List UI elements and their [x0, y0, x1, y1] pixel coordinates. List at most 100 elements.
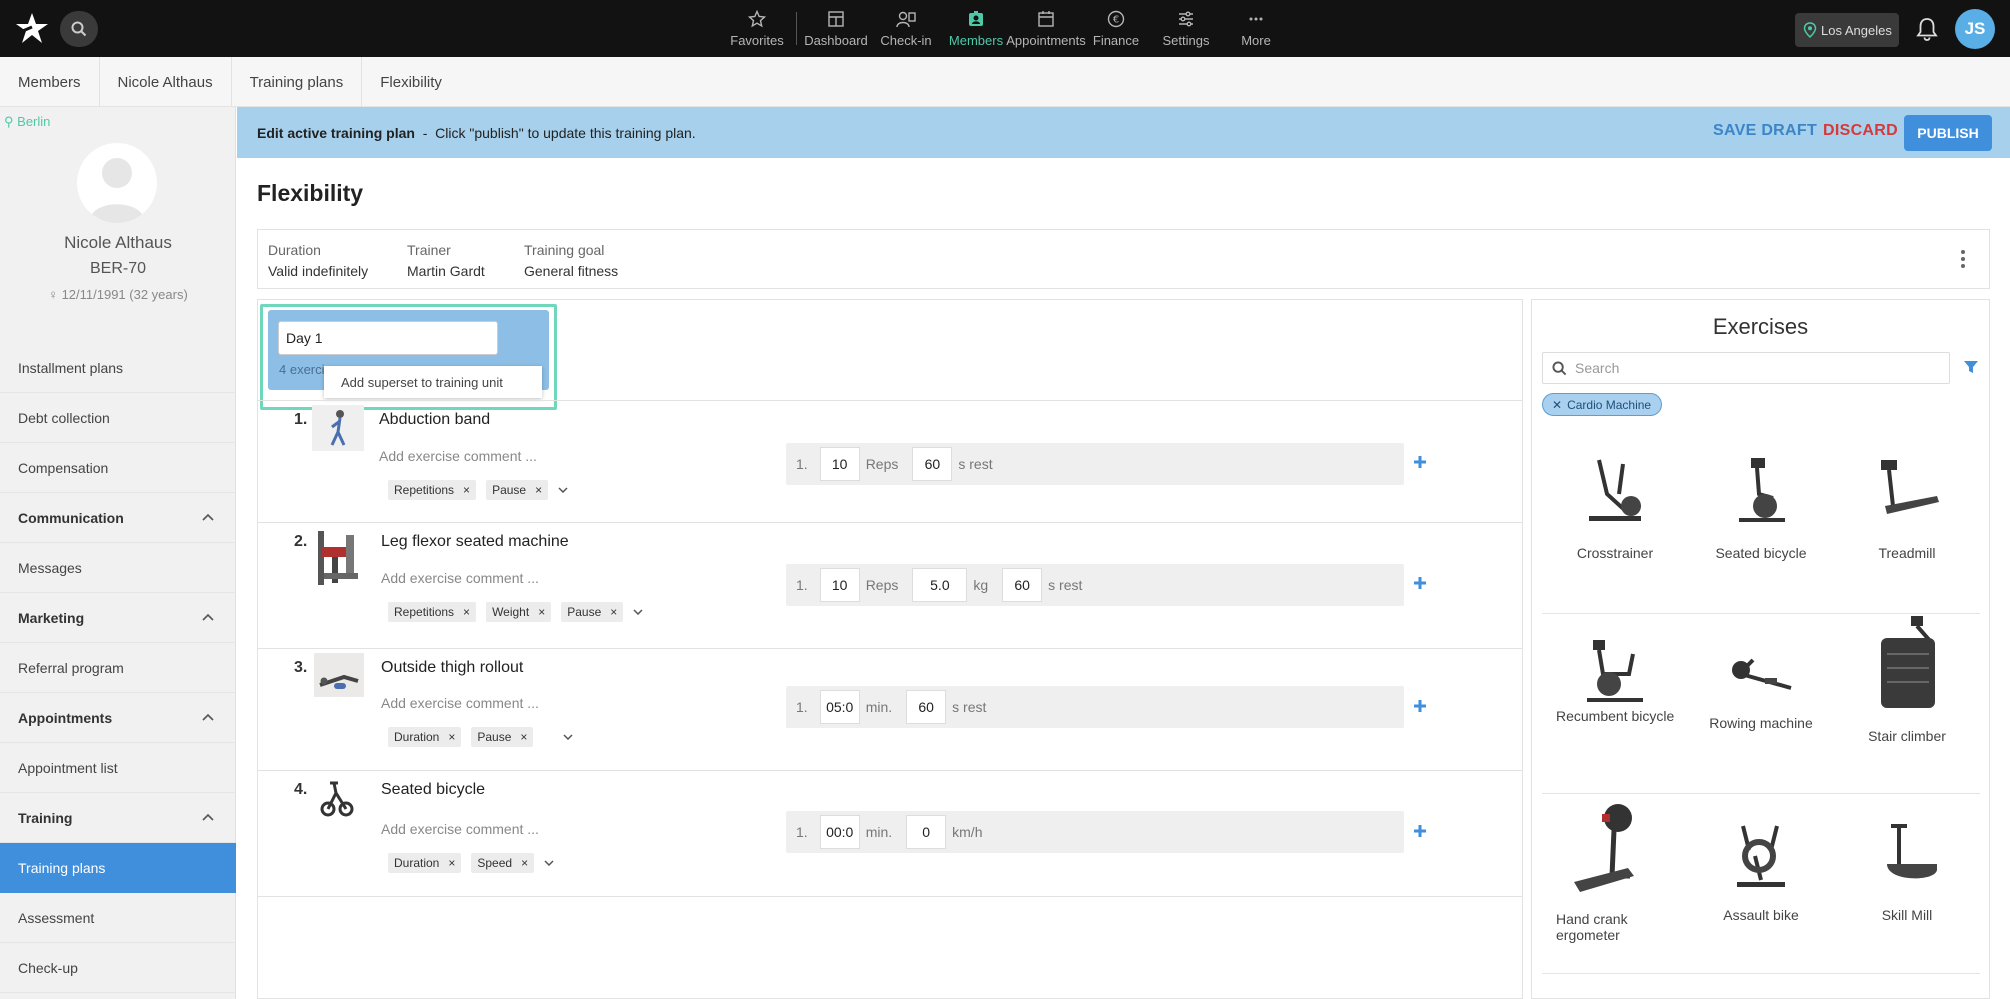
sidebar-item-debt-collection[interactable]: Debt collection	[0, 393, 236, 443]
duration-input[interactable]: 05:0	[819, 690, 860, 724]
duration-input[interactable]: 00:0	[819, 815, 860, 849]
chevron-up-icon	[202, 513, 214, 521]
exercise-thumbnail[interactable]	[320, 779, 372, 825]
filter-icon[interactable]	[1963, 359, 1979, 375]
exercise-comment-input[interactable]: Add exercise comment ...	[381, 821, 539, 837]
close-icon[interactable]: ✕	[1552, 398, 1562, 412]
edit-notice-bar: Edit active training plan - Click "publi…	[237, 107, 2010, 158]
weight-input[interactable]: 5.0	[912, 568, 968, 602]
library-item[interactable]: Recumbent bicycle	[1542, 614, 1688, 794]
plan-options-icon[interactable]	[1961, 250, 1965, 268]
exercise-comment-input[interactable]: Add exercise comment ...	[379, 448, 537, 464]
publish-button[interactable]: PUBLISH	[1904, 115, 1992, 151]
exercise-comment-input[interactable]: Add exercise comment ...	[381, 695, 539, 711]
library-item[interactable]: Rowing machine	[1688, 614, 1834, 794]
remove-tag-icon[interactable]: ×	[521, 856, 528, 870]
sidebar-item-messages[interactable]: Messages	[0, 543, 236, 593]
tag-pause: Pause ×	[471, 727, 534, 747]
add-set-plus-icon[interactable]	[1413, 455, 1427, 469]
library-item[interactable]: Seated bicycle	[1688, 434, 1834, 614]
remove-tag-icon[interactable]: ×	[448, 856, 455, 870]
chevron-down-icon[interactable]	[563, 734, 573, 740]
day-name-input[interactable]: Day 1	[278, 321, 498, 355]
calendar-icon	[1038, 11, 1054, 27]
remove-tag-icon[interactable]: ×	[520, 730, 527, 744]
breadcrumb-members[interactable]: Members	[0, 57, 100, 107]
nav-appointments[interactable]: Appointments	[1006, 0, 1086, 57]
notice-text: Edit active training plan - Click "publi…	[257, 124, 696, 141]
exercise-thumbnail[interactable]	[312, 527, 364, 585]
library-item[interactable]: Hand crank ergometer	[1542, 794, 1688, 974]
library-item[interactable]: Assault bike	[1688, 794, 1834, 974]
speed-input[interactable]: 0	[906, 815, 947, 849]
reps-input[interactable]: 10	[819, 568, 860, 602]
notifications-bell-icon[interactable]	[1915, 16, 1939, 42]
global-search-button[interactable]	[60, 11, 98, 47]
remove-tag-icon[interactable]: ×	[538, 605, 545, 619]
save-draft-button[interactable]: SAVE DRAFT	[1713, 122, 1817, 140]
tag-weight: Weight ×	[486, 602, 552, 622]
nav-check-in[interactable]: Check-in	[871, 0, 941, 57]
chevron-up-icon	[202, 713, 214, 721]
location-selector[interactable]: Los Angeles	[1795, 13, 1899, 47]
member-avatar[interactable]	[77, 143, 157, 223]
discard-button[interactable]: DISCARD	[1823, 122, 1898, 140]
nav-more[interactable]: More	[1221, 0, 1291, 57]
remove-tag-icon[interactable]: ×	[463, 605, 470, 619]
filter-chip-cardio[interactable]: ✕ Cardio Machine	[1542, 393, 1663, 416]
main-nav: Favorites Dashboard Check-in Members App…	[722, 0, 1291, 57]
sidebar-item-assessment[interactable]: Assessment	[0, 893, 236, 943]
nav-dashboard[interactable]: Dashboard	[801, 0, 871, 57]
parameter-tags: Duration × Pause ×	[388, 727, 573, 747]
library-item[interactable]: Stair climber	[1834, 614, 1980, 794]
sidebar-section-communication[interactable]: Communication	[0, 493, 236, 543]
library-item[interactable]: Skill Mill	[1834, 794, 1980, 974]
sidebar-item-check-up[interactable]: Check-up	[0, 943, 236, 993]
sidebar-section-training[interactable]: Training	[0, 793, 236, 843]
nav-finance[interactable]: € Finance	[1081, 0, 1151, 57]
remove-tag-icon[interactable]: ×	[535, 483, 542, 497]
rest-input[interactable]: 60	[912, 447, 953, 481]
person-icon: ♀	[48, 287, 58, 302]
exercise-comment-input[interactable]: Add exercise comment ...	[381, 570, 539, 586]
user-avatar[interactable]: JS	[1955, 9, 1995, 49]
library-item[interactable]: Crosstrainer	[1542, 434, 1688, 614]
nav-settings[interactable]: Settings	[1151, 0, 1221, 57]
chevron-down-icon[interactable]	[558, 487, 568, 493]
exercise-thumbnail[interactable]	[312, 405, 364, 451]
parameter-tags: Repetitions × Pause ×	[388, 480, 568, 500]
sidebar-section-appointments[interactable]: Appointments	[0, 693, 236, 743]
remove-tag-icon[interactable]: ×	[610, 605, 617, 619]
sidebar-item-installment-plans[interactable]: Installment plans	[0, 343, 236, 393]
exercise-thumbnail[interactable]	[314, 653, 366, 699]
chevron-down-icon[interactable]	[633, 609, 643, 615]
nav-divider	[796, 12, 797, 45]
sidebar-section-marketing[interactable]: Marketing	[0, 593, 236, 643]
nav-members[interactable]: Members	[941, 0, 1011, 57]
exercise-search-input[interactable]: Search	[1542, 352, 1950, 384]
add-set-plus-icon[interactable]	[1413, 824, 1427, 838]
sidebar-item-training-plans[interactable]: Training plans	[0, 843, 236, 893]
add-superset-tooltip[interactable]: Add superset to training unit	[324, 366, 542, 398]
add-set-plus-icon[interactable]	[1413, 699, 1427, 713]
rest-input[interactable]: 60	[1002, 568, 1043, 602]
breadcrumb-training-plans[interactable]: Training plans	[232, 57, 363, 107]
add-set-plus-icon[interactable]	[1413, 576, 1427, 590]
exercise-name: Outside thigh rollout	[381, 659, 524, 676]
library-item[interactable]: Treadmill	[1834, 434, 1980, 614]
remove-tag-icon[interactable]: ×	[448, 730, 455, 744]
sidebar-item-appointment-list[interactable]: Appointment list	[0, 743, 236, 793]
sidebar-item-compensation[interactable]: Compensation	[0, 443, 236, 493]
sidebar-item-referral-program[interactable]: Referral program	[0, 643, 236, 693]
app-logo-icon[interactable]	[14, 11, 50, 47]
rest-input[interactable]: 60	[906, 690, 947, 724]
nav-favorites[interactable]: Favorites	[722, 0, 792, 57]
remove-tag-icon[interactable]: ×	[463, 483, 470, 497]
reps-input[interactable]: 10	[819, 447, 860, 481]
recumbent-bicycle-image	[1587, 640, 1643, 702]
member-id: BER-70	[89, 260, 147, 277]
chevron-down-icon[interactable]	[544, 860, 554, 866]
meta-trainer: Trainer Martin Gardt	[407, 242, 485, 279]
breadcrumb-member-name[interactable]: Nicole Althaus	[100, 57, 232, 107]
tag-speed: Speed ×	[471, 853, 535, 873]
